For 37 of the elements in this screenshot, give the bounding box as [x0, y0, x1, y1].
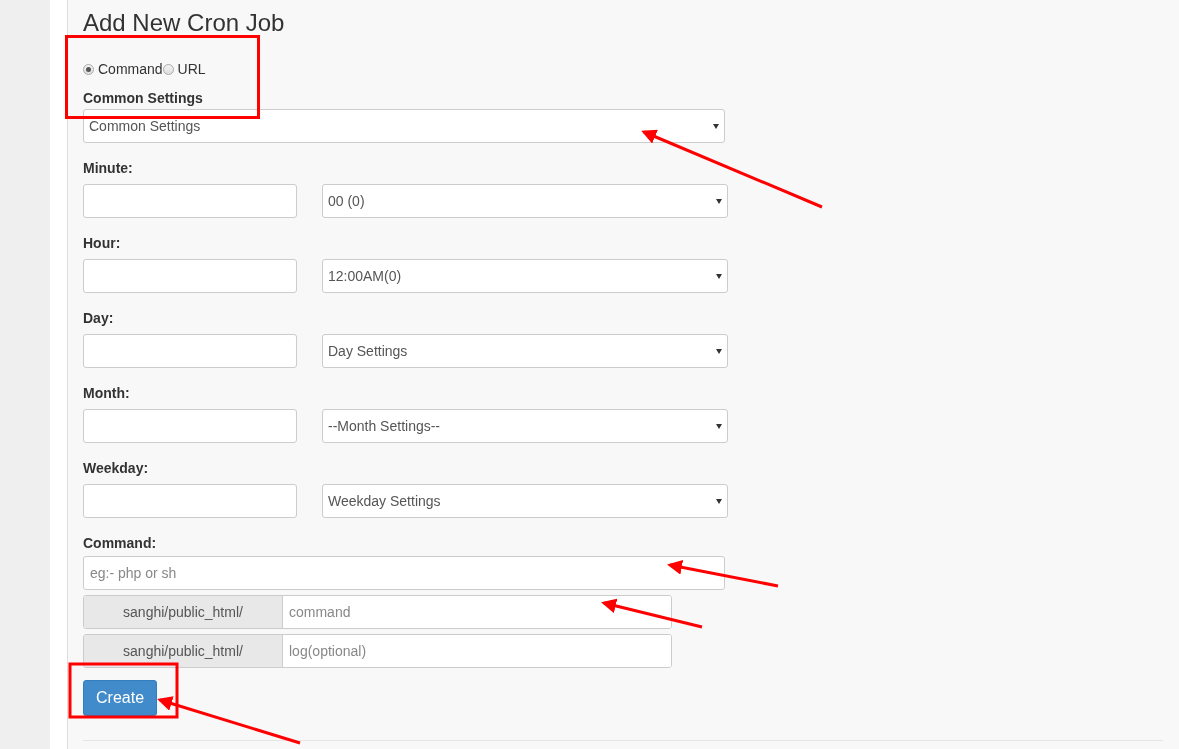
- radio-option[interactable]: URL: [162, 61, 206, 77]
- path-input-field[interactable]: sanghi/public_html/ command: [83, 595, 672, 629]
- radio-button[interactable]: [83, 63, 94, 75]
- field-label: Command:: [83, 534, 158, 553]
- input-field[interactable]: [83, 259, 297, 293]
- create-button[interactable]: Create: [83, 680, 158, 716]
- radio-label: URL: [177, 61, 206, 77]
- select-field[interactable]: --Month Settings--: [322, 409, 728, 443]
- select-field[interactable]: Day Settings: [322, 334, 728, 368]
- radio-label: Command: [98, 61, 163, 77]
- field-label: Common Settings: [83, 89, 204, 108]
- caret-icon: [716, 348, 722, 354]
- field-label: Minute:: [83, 159, 134, 178]
- path-prefix: sanghi/public_html/: [84, 635, 283, 667]
- path-prefix: sanghi/public_html/: [84, 596, 283, 628]
- caret-icon: [716, 273, 722, 279]
- command-input[interactable]: eg:- php or sh: [83, 556, 725, 590]
- radio-option[interactable]: Command: [83, 61, 163, 77]
- select-field[interactable]: 12:00AM(0): [322, 259, 728, 293]
- input-field[interactable]: [83, 484, 297, 518]
- field-label: Month:: [83, 384, 131, 403]
- page-title: Add New Cron Job: [83, 8, 286, 38]
- input-field[interactable]: [83, 184, 297, 218]
- path-input-field[interactable]: sanghi/public_html/ log(optional): [83, 634, 672, 668]
- field-label: Day:: [83, 309, 115, 328]
- field-label: Hour:: [83, 234, 122, 253]
- caret-icon: [716, 498, 722, 504]
- input-field[interactable]: [83, 409, 297, 443]
- caret-icon: [713, 123, 719, 129]
- caret-icon: [716, 423, 722, 429]
- select-field[interactable]: Weekday Settings: [322, 484, 728, 518]
- caret-icon: [716, 198, 722, 204]
- input-field[interactable]: [83, 334, 297, 368]
- radio-button[interactable]: [162, 63, 174, 75]
- select-field[interactable]: 00 (0): [322, 184, 728, 218]
- field-label: Weekday:: [83, 459, 150, 478]
- select-field[interactable]: Common Settings: [83, 109, 725, 143]
